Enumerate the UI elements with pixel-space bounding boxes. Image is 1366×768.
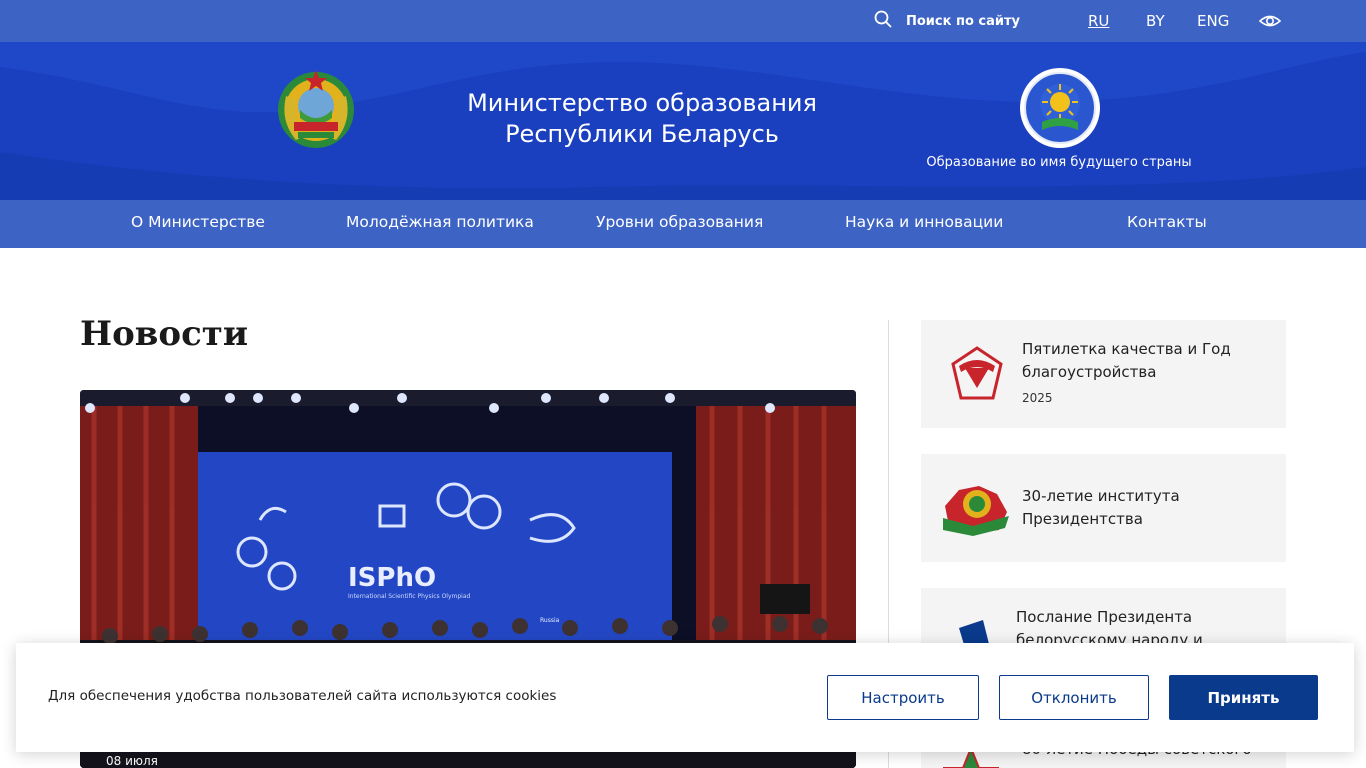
lang-ru-link[interactable]: RU — [1088, 12, 1109, 30]
cookie-banner: Для обеспечения удобства пользователей с… — [16, 643, 1354, 752]
sidebar-card-quality-title: Пятилетка качества и Год благоустройства — [1022, 338, 1231, 383]
sidebar-card-presidency[interactable]: 30-летие института Президентства — [921, 454, 1286, 562]
nav-item-youth-policy[interactable]: Молодёжная политика — [346, 213, 534, 231]
sidebar-card-quality-line2: благоустройства — [1022, 362, 1157, 381]
main-navigation: О Министерстве Молодёжная политика Уровн… — [0, 200, 1366, 248]
search-icon[interactable] — [874, 10, 892, 32]
slogan-text: Образование во имя будущего страны — [926, 155, 1192, 170]
lang-by-link[interactable]: BY — [1146, 12, 1165, 30]
nav-item-contacts[interactable]: Контакты — [1127, 213, 1207, 231]
belarus-state-emblem[interactable] — [274, 66, 358, 154]
ministry-title: Министерство образования Республики Бела… — [430, 88, 854, 150]
news-date: 08 июля — [106, 754, 158, 768]
site-header: Министерство образования Республики Бела… — [0, 42, 1366, 200]
cookie-decline-button[interactable]: Отклонить — [999, 675, 1149, 720]
nav-item-science-innovation[interactable]: Наука и инновации — [845, 213, 1003, 231]
ministry-title-line-2: Республики Беларусь — [505, 120, 779, 148]
news-section-title: Новости — [80, 314, 249, 354]
cookie-configure-button[interactable]: Настроить — [827, 675, 979, 720]
sidebar-card-quality-line1: Пятилетка качества и Год — [1022, 340, 1231, 358]
sidebar-card-quality[interactable]: Пятилетка качества и Год благоустройства… — [921, 320, 1286, 428]
stage-sign-text: Russia — [540, 617, 560, 624]
education-slogan-logo[interactable] — [1018, 66, 1102, 154]
sidebar-card-presidency-line2: Президентства — [1022, 509, 1143, 528]
lang-eng-link[interactable]: ENG — [1197, 12, 1229, 30]
ministry-title-line-1: Министерство образования — [467, 89, 817, 117]
visually-impaired-eye-icon[interactable] — [1258, 12, 1282, 34]
sidebar-card-quality-year: 2025 — [1022, 391, 1053, 405]
sidebar-card-presidency-title: 30-летие института Президентства — [1022, 485, 1180, 530]
cookie-accept-button[interactable]: Принять — [1169, 675, 1318, 720]
search-label[interactable]: Поиск по сайту — [906, 14, 1020, 29]
belarus-map-emblem-icon — [939, 476, 1011, 544]
top-utility-bar: Поиск по сайту RU BY ENG — [0, 0, 1366, 42]
sidebar-card-presidency-line1: 30-летие института — [1022, 487, 1180, 505]
nav-item-about-ministry[interactable]: О Министерстве — [131, 213, 265, 231]
sidebar-card-address[interactable]: Послание Президента белорусскому народу … — [921, 588, 1286, 649]
nav-item-education-levels[interactable]: Уровни образования — [596, 213, 763, 231]
site-search[interactable]: Поиск по сайту — [874, 10, 1020, 32]
cookie-notice-text: Для обеспечения удобства пользователей с… — [48, 688, 557, 704]
stage-screen-subtitle: International Scientific Physics Olympia… — [348, 593, 471, 600]
quality-mark-icon — [947, 344, 1007, 408]
sidebar-card-address-line1: Послание Президента — [1016, 608, 1193, 626]
stage-screen-logo: ISPhO — [348, 563, 436, 593]
